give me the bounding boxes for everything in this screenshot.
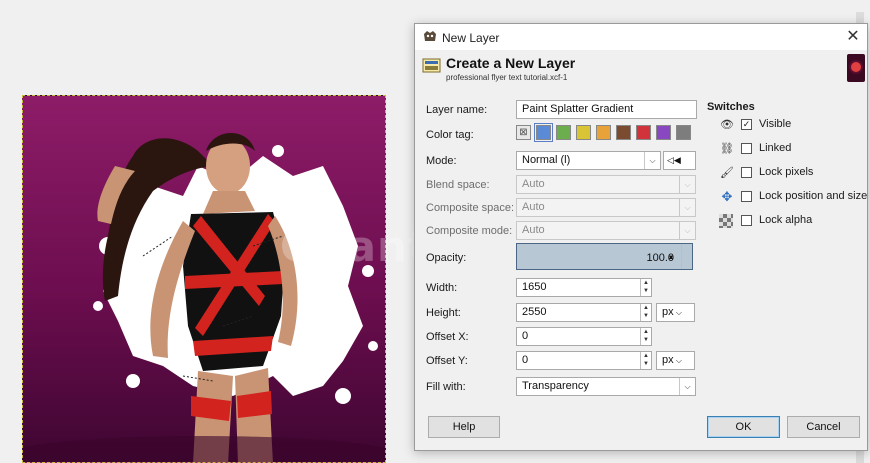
dialog-subheading: professional flyer text tutorial.xcf-1 xyxy=(446,73,568,82)
switch-label: Lock pixels xyxy=(759,166,814,178)
offset-x-label: Offset X: xyxy=(426,331,469,343)
offset-unit-select[interactable]: px ⌵ xyxy=(656,351,695,370)
mode-value: Normal (l) xyxy=(522,154,571,166)
gimp-icon xyxy=(424,31,436,41)
chevron-down-icon: ⌵ xyxy=(679,199,695,216)
ok-button-label: OK xyxy=(735,421,752,433)
help-button[interactable]: Help xyxy=(428,416,500,438)
image-thumbnail xyxy=(847,54,865,82)
color-tag-swatch[interactable] xyxy=(576,125,591,140)
color-tag-swatch[interactable] xyxy=(676,125,691,140)
opacity-label: Opacity: xyxy=(426,252,467,264)
dialog-titlebar[interactable]: New Layer ✕ xyxy=(415,24,867,50)
ok-button[interactable]: OK xyxy=(707,416,780,438)
color-tag-swatch[interactable] xyxy=(596,125,611,140)
image-preview xyxy=(22,95,386,463)
close-icon: ✕ xyxy=(846,28,860,45)
color-tag-swatch[interactable] xyxy=(656,125,671,140)
window-title: New Layer xyxy=(442,31,500,45)
height-spinner[interactable]: ▲ ▼ xyxy=(640,304,651,321)
switches-heading: Switches xyxy=(707,101,755,113)
fill-with-select[interactable]: Transparency ⌵ xyxy=(516,377,696,396)
color-tag-none[interactable]: ⊠ xyxy=(516,125,531,140)
offset-unit-value: px xyxy=(662,354,674,366)
width-label: Width: xyxy=(426,282,458,294)
size-unit-select[interactable]: px ⌵ xyxy=(656,303,695,322)
switch-label: Lock position and size xyxy=(759,190,868,202)
opacity-spinner[interactable]: ▲ ▼ xyxy=(668,244,692,269)
layer-icon xyxy=(422,58,441,73)
chain-icon: ⛓ xyxy=(720,143,734,155)
blend-space-value: Auto xyxy=(522,178,545,190)
opacity-slider[interactable]: 100.0 ▲ ▼ xyxy=(516,243,693,270)
color-tag-swatch[interactable] xyxy=(636,125,651,140)
switch-checkbox[interactable] xyxy=(741,143,752,154)
width-spinner[interactable]: ▲ ▼ xyxy=(640,279,651,296)
offset-x-spinner[interactable]: ▲ ▼ xyxy=(640,328,651,345)
layer-name-input[interactable]: Paint Splatter Gradient xyxy=(516,100,697,119)
cancel-button-label: Cancel xyxy=(806,421,841,433)
width-input[interactable]: 1650 ▲ ▼ xyxy=(516,278,652,297)
switch-label: Linked xyxy=(759,142,792,154)
blend-space-label: Blend space: xyxy=(426,179,490,191)
fill-with-label: Fill with: xyxy=(426,381,466,393)
close-button[interactable]: ✕ xyxy=(841,26,865,48)
offset-y-input[interactable]: 0 ▲ ▼ xyxy=(516,351,652,370)
composite-space-label: Composite space: xyxy=(426,202,515,214)
height-input[interactable]: 2550 ▲ ▼ xyxy=(516,303,652,322)
switch-checkbox[interactable] xyxy=(741,191,752,202)
width-value: 1650 xyxy=(522,281,547,293)
composite-mode-label: Composite mode: xyxy=(426,225,513,237)
chevron-down-icon: ⌵ xyxy=(644,152,660,169)
composite-mode-value: Auto xyxy=(522,224,545,236)
switch-checkbox[interactable]: ✓ xyxy=(741,119,752,130)
chevron-down-icon: ⌵ xyxy=(673,356,682,365)
offset-y-label: Offset Y: xyxy=(426,355,468,367)
height-label: Height: xyxy=(426,307,461,319)
help-button-label: Help xyxy=(452,421,476,433)
color-tag-swatch[interactable] xyxy=(556,125,571,140)
switch-label: Lock alpha xyxy=(759,214,813,226)
move-icon: ✥ xyxy=(721,189,733,204)
mode-switch-icon: ◁◀ xyxy=(667,155,681,165)
woman-splatter-image xyxy=(23,132,385,462)
blend-space-select[interactable]: Auto ⌵ xyxy=(516,175,696,194)
composite-mode-select[interactable]: Auto ⌵ xyxy=(516,221,696,240)
composite-space-value: Auto xyxy=(522,201,545,213)
chevron-down-icon: ⌵ xyxy=(679,378,695,395)
switch-label: Visible xyxy=(759,118,792,130)
switch-checkbox[interactable] xyxy=(741,215,752,226)
mode-label: Mode: xyxy=(426,155,457,167)
offset-x-input[interactable]: 0 ▲ ▼ xyxy=(516,327,652,346)
height-value: 2550 xyxy=(522,306,547,318)
size-unit-value: px xyxy=(662,306,674,318)
dialog-heading: Create a New Layer xyxy=(446,55,576,71)
none-icon: ⊠ xyxy=(519,127,528,138)
mode-select[interactable]: Normal (l) ⌵ xyxy=(516,151,661,170)
cancel-button[interactable]: Cancel xyxy=(787,416,860,438)
chevron-down-icon: ⌵ xyxy=(679,222,695,239)
color-tag-label: Color tag: xyxy=(426,129,474,141)
offset-y-spinner[interactable]: ▲ ▼ xyxy=(640,352,651,369)
layer-name-label: Layer name: xyxy=(426,104,488,116)
offset-x-value: 0 xyxy=(522,330,529,342)
brush-icon: 🖌 xyxy=(720,167,734,179)
checker-icon xyxy=(719,214,733,228)
new-layer-dialog: New Layer ✕ Create a New Layer professio… xyxy=(414,23,868,451)
eye-icon: 👁 xyxy=(720,119,734,131)
mode-switch-select[interactable]: ◁◀ xyxy=(663,151,696,170)
color-tag-swatch[interactable] xyxy=(616,125,631,140)
offset-y-value: 0 xyxy=(522,354,529,366)
switch-checkbox[interactable] xyxy=(741,167,752,178)
chevron-down-icon: ⌵ xyxy=(679,176,695,193)
fill-with-value: Transparency xyxy=(522,380,589,392)
color-tag-swatch[interactable] xyxy=(534,123,553,142)
chevron-down-icon: ⌵ xyxy=(673,308,682,317)
composite-space-select[interactable]: Auto ⌵ xyxy=(516,198,696,217)
